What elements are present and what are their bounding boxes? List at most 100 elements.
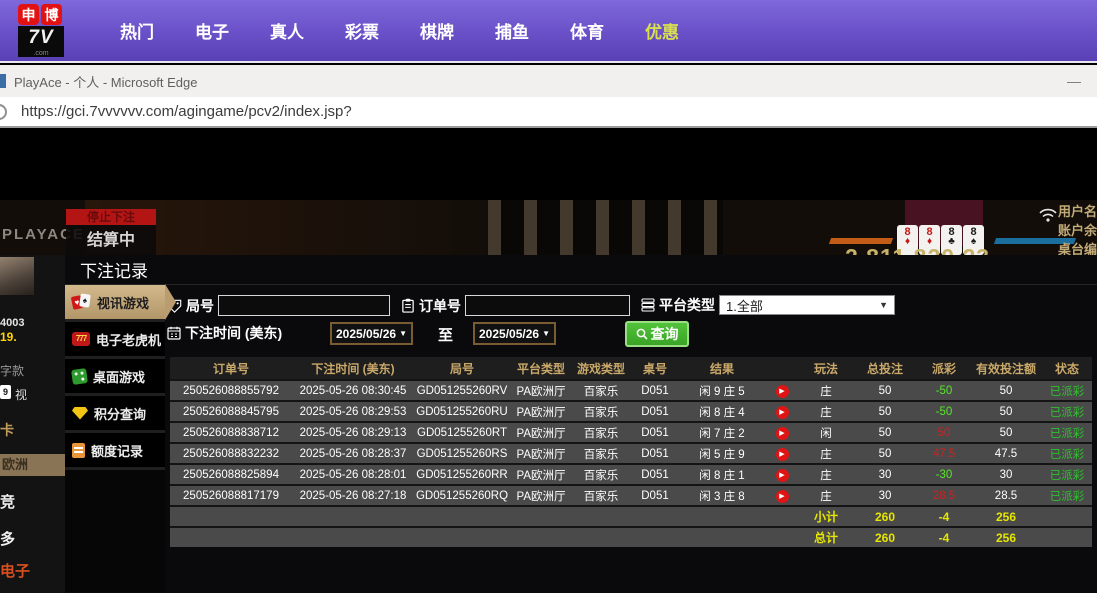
cell-replay: ▶ (764, 447, 800, 461)
cell-result: 闲 3 庄 8 (680, 488, 764, 504)
cell-round-id: GD051255260RQ (414, 490, 510, 502)
site-nav-menu: 热门 电子 真人 彩票 棋牌 捕鱼 体育 优惠 (120, 18, 720, 43)
fragment-card: 9 (0, 385, 11, 399)
round-number-input[interactable] (218, 295, 390, 316)
cell-round-id: GD051255260RV (414, 385, 510, 397)
replay-button[interactable]: ▶ (776, 469, 789, 482)
chevron-down-icon: ▼ (399, 329, 407, 338)
replay-button[interactable]: ▶ (776, 385, 789, 398)
screen: 申 博 7V .com 热门 电子 真人 彩票 棋牌 捕鱼 体育 优惠 PlayAce - 个… (0, 0, 1097, 593)
app-icon (0, 74, 6, 88)
platform-type-select[interactable]: 1.全部 ▼ (719, 295, 895, 315)
replay-button[interactable]: ▶ (776, 490, 789, 503)
account-label: 桌台编号 (1058, 240, 1097, 255)
cell-bet-time: 2025-05-26 08:27:18 (292, 490, 414, 502)
logo-char-1: 申 (18, 4, 39, 25)
cell-sum: 256 (970, 510, 1042, 524)
table-header-row: 订单号下注时间 (美东)局号平台类型游戏类型桌号结果玩法总投注派彩有效投注额状态 (170, 357, 1092, 379)
column-header: 下注时间 (美东) (292, 360, 414, 377)
cell-bet-time: 2025-05-26 08:30:45 (292, 385, 414, 397)
cell-result: 闲 8 庄 4 (680, 404, 764, 420)
account-label: 用户名称 (1058, 202, 1097, 221)
cell-bet-time: 2025-05-26 08:29:13 (292, 427, 414, 439)
cell-table-no: D051 (630, 469, 680, 481)
subtotal-row: 小计260-4256 (170, 505, 1092, 526)
cell-total-bet: 50 (852, 427, 918, 439)
date-to-select[interactable]: 2025/05/26 ▼ (473, 322, 556, 345)
date-from-select[interactable]: 2025/05/26 ▼ (330, 322, 413, 345)
cell-sum: 256 (970, 531, 1042, 545)
calendar-icon (167, 326, 181, 340)
replay-button[interactable]: ▶ (776, 427, 789, 440)
replay-button[interactable]: ▶ (776, 406, 789, 419)
date-to-value: 2025/05/26 (479, 327, 539, 341)
total-label: 总计 (800, 529, 852, 546)
search-button[interactable]: 查询 (625, 321, 689, 347)
cell-game-type: 百家乐 (572, 446, 630, 462)
nav-item-3[interactable]: 彩票 (345, 18, 379, 43)
table-row: 2505260888258942025-05-26 08:28:01GD0512… (170, 463, 1092, 484)
nav-item-1[interactable]: 电子 (195, 18, 229, 43)
sidebar-item-label: 视讯游戏 (97, 293, 149, 312)
cell-valid-bet: 50 (970, 427, 1042, 439)
sidebar-item-label: 桌面游戏 (93, 367, 145, 386)
to-label: 至 (438, 324, 453, 345)
site-navbar: 申 博 7V .com 热门 电子 真人 彩票 棋牌 捕鱼 体育 优惠 (0, 0, 1097, 63)
platform-type-label: 平台类型 (659, 295, 715, 315)
sidebar-item-slots[interactable]: 电子老虎机 (65, 322, 165, 359)
nav-item-0[interactable]: 热门 (120, 18, 154, 43)
cell-platform: PA欧洲厅 (510, 488, 572, 504)
order-number-input[interactable] (465, 295, 630, 316)
cell-valid-bet: 50 (970, 385, 1042, 397)
cell-order-id: 250526088845795 (170, 406, 292, 418)
chevron-down-icon: ▼ (879, 300, 888, 310)
sidebar-item-points[interactable]: 积分查询 (65, 396, 165, 433)
subtotal-label: 小计 (800, 508, 852, 525)
panel-content: 局号 订单号 平台类型 1.全部 ▼ (165, 285, 1097, 592)
nav-item-2[interactable]: 真人 (270, 18, 304, 43)
round-status-box: 停止下注 结算中 (66, 209, 156, 255)
cell-status: 已派彩 (1042, 446, 1092, 462)
cell-total-bet: 50 (852, 406, 918, 418)
url-text[interactable]: https://gci.7vvvvvv.com/agingame/pcv2/in… (21, 103, 352, 120)
browser-urlbar[interactable]: https://gci.7vvvvvv.com/agingame/pcv2/in… (0, 97, 1097, 128)
replay-button[interactable]: ▶ (776, 448, 789, 461)
column-header: 有效投注额 (970, 360, 1042, 377)
slot-777-icon (72, 332, 90, 346)
minimize-button[interactable]: — (1063, 73, 1085, 89)
cell-payout: -50 (918, 406, 970, 418)
cell-replay: ▶ (764, 426, 800, 440)
cell-sum: 260 (852, 531, 918, 545)
column-header: 玩法 (800, 360, 852, 377)
cell-status: 已派彩 (1042, 404, 1092, 420)
cell-platform: PA欧洲厅 (510, 404, 572, 420)
cell-total-bet: 50 (852, 448, 918, 460)
site-logo[interactable]: 申 博 7V .com (18, 4, 78, 57)
fragment-ka: 卡 (0, 420, 14, 440)
cell-table-no: D051 (630, 406, 680, 418)
sidebar-item-credit-records[interactable]: 额度记录 (65, 433, 165, 470)
nav-item-6[interactable]: 体育 (570, 18, 604, 43)
cell-game-type: 百家乐 (572, 488, 630, 504)
status-settling: 结算中 (66, 225, 156, 255)
cell-round-id: GD051255260RT (414, 427, 510, 439)
nav-item-7[interactable]: 优惠 (645, 18, 679, 43)
cell-payout: -30 (918, 469, 970, 481)
browser-titlebar: PlayAce - 个人 - Microsoft Edge — (0, 65, 1097, 97)
cell-bet-time: 2025-05-26 08:29:53 (292, 406, 414, 418)
nav-item-4[interactable]: 棋牌 (420, 18, 454, 43)
logo-7v: 7V (18, 26, 64, 50)
table-row: 2505260888457952025-05-26 08:29:53GD0512… (170, 400, 1092, 421)
page-info-icon[interactable] (0, 104, 7, 120)
status-stop-betting: 停止下注 (66, 209, 156, 225)
sidebar-item-table-games[interactable]: 桌面游戏 (65, 359, 165, 396)
nav-item-5[interactable]: 捕鱼 (495, 18, 529, 43)
jackpot-amount: 2,811,820.23 (845, 244, 990, 255)
cell-sum: -4 (918, 510, 970, 524)
sidebar-item-live-games[interactable]: 视讯游戏 (65, 285, 165, 322)
cell-sum: 260 (852, 510, 918, 524)
cell-total-bet: 50 (852, 385, 918, 397)
document-icon (72, 443, 85, 458)
sidebar-item-label: 积分查询 (94, 404, 146, 423)
cell-valid-bet: 47.5 (970, 448, 1042, 460)
